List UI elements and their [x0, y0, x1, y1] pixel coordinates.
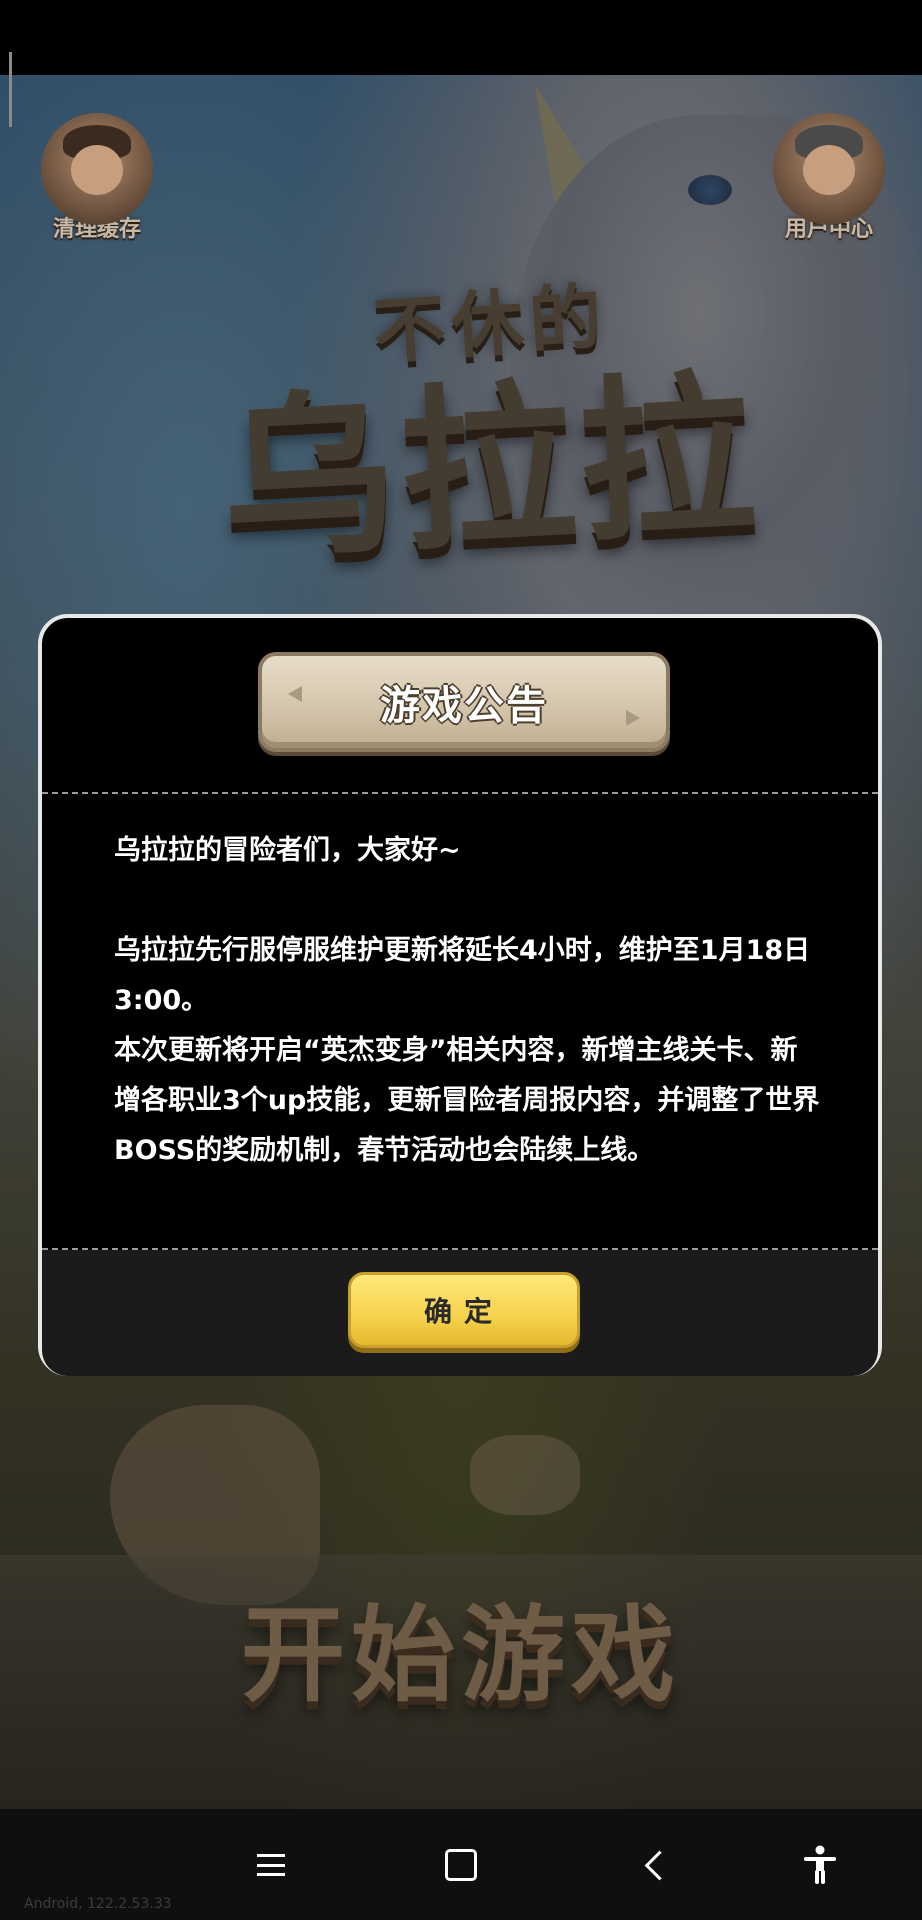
- notice-body: 乌拉拉的冒险者们，大家好~ 乌拉拉先行服停服维护更新将延长4小时，维护至1月18…: [114, 826, 824, 1226]
- confirm-button[interactable]: 确定: [348, 1272, 580, 1348]
- title-stone-plate: 游戏公告: [258, 652, 670, 752]
- recent-apps-button[interactable]: [243, 1837, 299, 1893]
- user-avatar-icon: [773, 113, 885, 225]
- notice-paragraph: 乌拉拉先行服停服维护更新将延长4小时，维护至1月18日3:00。: [114, 935, 811, 1016]
- notice-title: 游戏公告: [380, 683, 548, 729]
- divider: [42, 792, 878, 794]
- edge-indicator: [9, 52, 12, 127]
- accessibility-button[interactable]: [792, 1837, 848, 1893]
- stone-chip-icon: [288, 686, 302, 702]
- notice-dialog: 游戏公告 乌拉拉的冒险者们，大家好~ 乌拉拉先行服停服维护更新将延长4小时，维护…: [38, 614, 882, 1376]
- confirm-label: 确定: [423, 1295, 504, 1328]
- notice-footer: 确定: [42, 1250, 878, 1376]
- notice-greeting: 乌拉拉的冒险者们，大家好~: [114, 835, 461, 866]
- clear-cache-button[interactable]: 清理缓存: [32, 113, 162, 243]
- home-button[interactable]: [433, 1837, 489, 1893]
- user-center-button[interactable]: 用户中心: [764, 113, 894, 243]
- status-bar: [0, 0, 922, 75]
- home-square-icon: [445, 1849, 477, 1881]
- build-info: Android, 122.2.53.33: [24, 1896, 172, 1912]
- back-chevron-icon: [644, 1850, 674, 1880]
- menu-icon: [257, 1854, 285, 1876]
- accessibility-icon: [804, 1845, 836, 1884]
- notice-paragraph: 本次更新将开启“英杰变身”相关内容，新增主线关卡、新增各职业3个up技能，更新冒…: [114, 1035, 820, 1166]
- back-button[interactable]: [627, 1837, 683, 1893]
- game-screen: 不休的 乌拉拉 清理缓存 用户中心 开始游戏 游戏公告 乌拉拉的冒险者们，大家好…: [0, 0, 922, 1920]
- start-game-button[interactable]: 开始游戏: [0, 1570, 922, 1721]
- caveman-avatar-icon: [41, 113, 153, 225]
- notice-header: 游戏公告: [42, 618, 878, 792]
- stone-chip-icon: [626, 710, 640, 726]
